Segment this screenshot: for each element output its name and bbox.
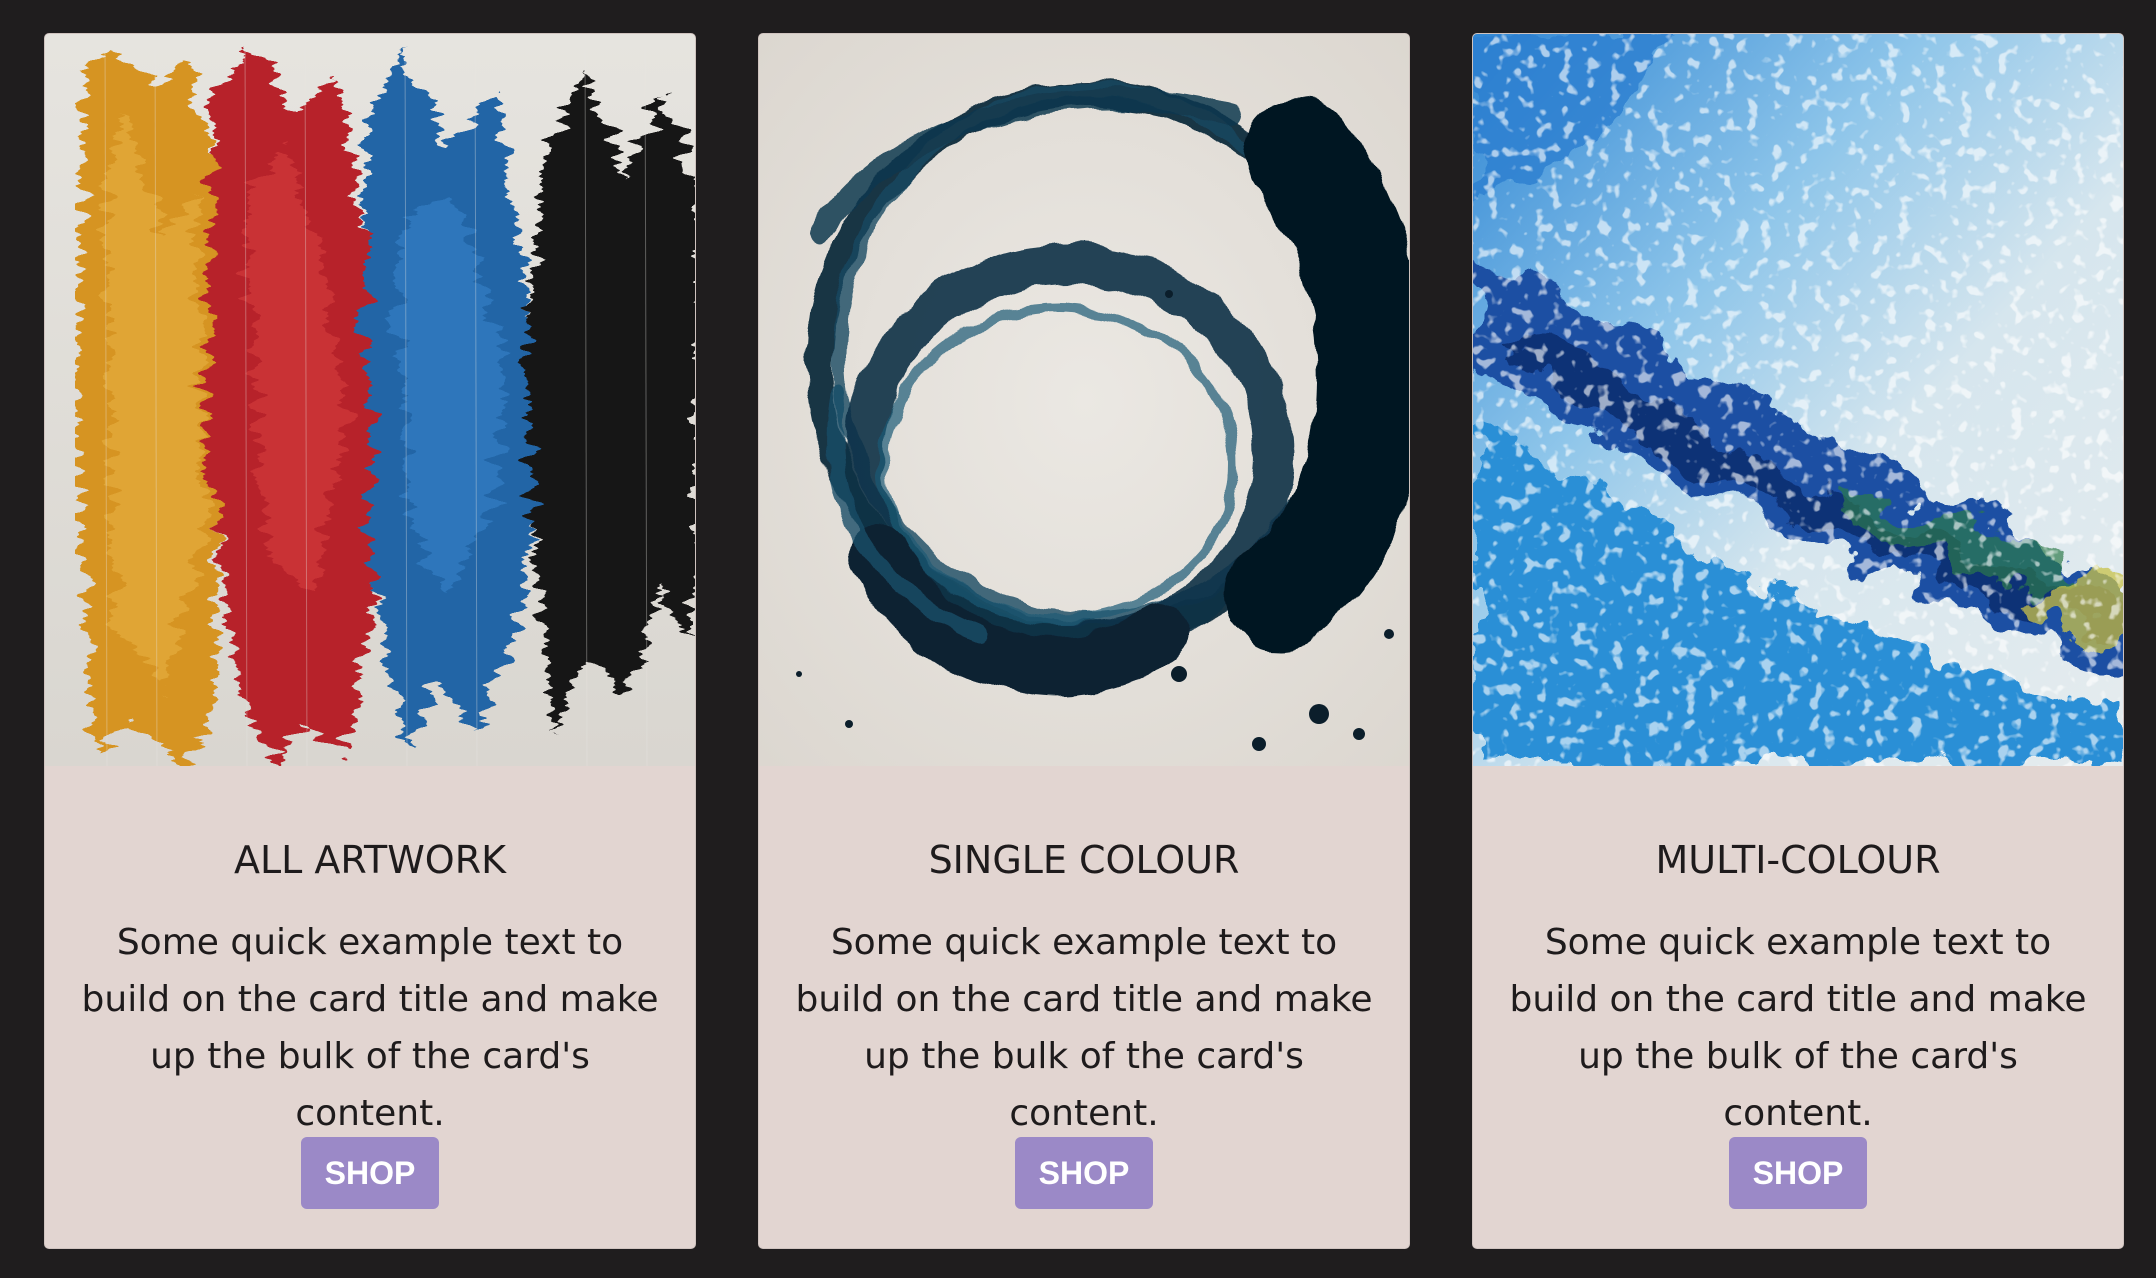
card-text: Some quick example text to build on the … xyxy=(795,922,1373,1134)
shop-button[interactable]: SHOP xyxy=(1729,1137,1867,1209)
card-single-colour: SINGLE COLOUR Some quick example text to… xyxy=(758,33,1410,1249)
artwork-image xyxy=(45,34,695,766)
artwork-image xyxy=(1473,34,2123,766)
card-body: SINGLE COLOUR Some quick example text to… xyxy=(759,766,1409,1248)
card-title: MULTI-COLOUR xyxy=(1655,838,1941,882)
card-body: ALL ARTWORK Some quick example text to b… xyxy=(45,766,695,1248)
card-title: SINGLE COLOUR xyxy=(928,838,1240,882)
card-text: Some quick example text to build on the … xyxy=(81,922,659,1134)
card-title: ALL ARTWORK xyxy=(233,838,507,882)
card-body: MULTI-COLOUR Some quick example text to … xyxy=(1473,766,2123,1248)
card-text: Some quick example text to build on the … xyxy=(1509,922,2087,1134)
card-multi-colour: MULTI-COLOUR Some quick example text to … xyxy=(1472,33,2124,1249)
shop-button[interactable]: SHOP xyxy=(301,1137,439,1209)
card-all-artwork: ALL ARTWORK Some quick example text to b… xyxy=(44,33,696,1249)
artwork-image xyxy=(759,34,1409,766)
shop-button[interactable]: SHOP xyxy=(1015,1137,1153,1209)
